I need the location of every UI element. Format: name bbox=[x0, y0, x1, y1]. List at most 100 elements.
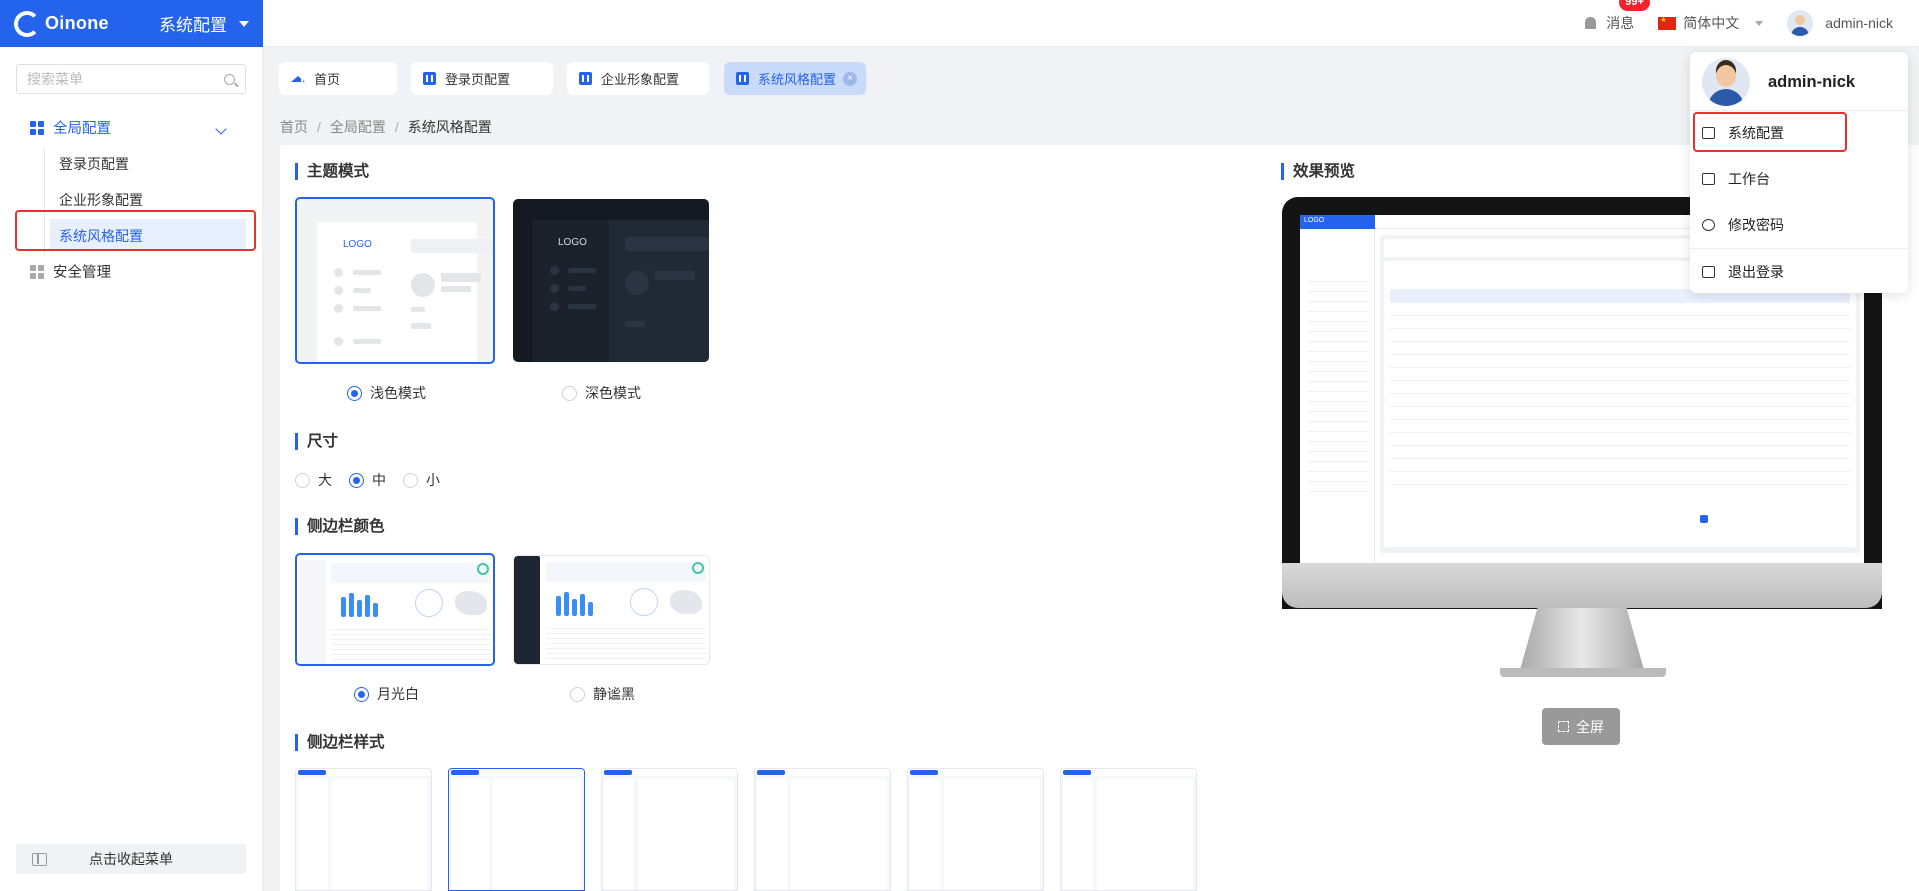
mock-sidebar bbox=[300, 560, 326, 664]
mock-stats-row bbox=[546, 562, 706, 582]
fullscreen-label: 全屏 bbox=[1576, 718, 1604, 735]
messages-badge: 99+ bbox=[1619, 0, 1650, 11]
radio-dark-mode[interactable]: 深色模式 bbox=[562, 383, 641, 403]
mock-table bbox=[546, 624, 706, 660]
mock-main bbox=[332, 779, 428, 890]
preview-table bbox=[1390, 277, 1850, 485]
breadcrumb-home[interactable]: 首页 bbox=[280, 119, 308, 135]
radio-light-mode[interactable]: 浅色模式 bbox=[347, 383, 426, 403]
sidebar-color-card-white[interactable] bbox=[295, 553, 495, 666]
mock-icon bbox=[334, 268, 343, 277]
mock-chart-bar bbox=[349, 593, 354, 617]
mock-chart-bar bbox=[341, 597, 346, 617]
radio-checked-icon bbox=[354, 686, 369, 702]
grid-icon bbox=[30, 120, 44, 135]
mock-chart-bar bbox=[556, 596, 561, 616]
language-switcher[interactable]: 简体中文 bbox=[1658, 13, 1764, 33]
radio-unchecked-icon bbox=[403, 472, 418, 488]
section-title-preview: 效果预览 bbox=[1281, 163, 1355, 180]
mock-donut bbox=[692, 562, 704, 574]
breadcrumb-global-config[interactable]: 全局配置 bbox=[330, 119, 386, 135]
mock-chart-bar bbox=[365, 595, 370, 617]
mock-avatar bbox=[411, 273, 435, 297]
mock-icon bbox=[334, 337, 343, 346]
sidebar: 搜索菜单 全局配置 登录页配置 企业形象配置 系统风格配置 安全管理 点击收起菜… bbox=[0, 47, 263, 891]
collapse-label: 点击收起菜单 bbox=[89, 851, 173, 867]
menu-item-change-password[interactable]: 修改密码 bbox=[1702, 215, 1784, 235]
radio-label: 大 bbox=[318, 472, 332, 488]
mock-logo bbox=[298, 770, 326, 775]
radio-checked-icon bbox=[347, 385, 362, 401]
tab-login-page-config[interactable]: 登录页配置 bbox=[411, 62, 553, 95]
mock-logo bbox=[910, 770, 938, 775]
avatar bbox=[1787, 10, 1814, 36]
caret-down-icon bbox=[1755, 20, 1764, 26]
messages-button[interactable]: 消息 99+ bbox=[1585, 0, 1650, 33]
sidebar-item-security[interactable]: 安全管理 bbox=[30, 261, 111, 282]
radio-unchecked-icon bbox=[562, 385, 577, 401]
section-title-sidebar-color: 侧边栏颜色 bbox=[295, 518, 385, 535]
mock-sidebar bbox=[298, 779, 328, 890]
mock-sidebar bbox=[604, 779, 634, 890]
close-icon[interactable]: × bbox=[843, 71, 857, 86]
radio-size-medium[interactable]: 中 bbox=[349, 470, 386, 490]
mock-radar bbox=[630, 588, 658, 616]
sidebar-style-option-5[interactable] bbox=[907, 768, 1044, 891]
mock-chart-bar bbox=[357, 600, 362, 617]
collapse-menu-button[interactable]: 点击收起菜单 bbox=[16, 844, 246, 874]
preview-monitor-stand bbox=[1520, 608, 1644, 670]
mock-avatar bbox=[625, 271, 649, 295]
app-name: 系统配置 bbox=[159, 16, 227, 35]
sidebar-style-option-1[interactable] bbox=[295, 768, 432, 891]
menu-item-workbench[interactable]: 工作台 bbox=[1702, 169, 1770, 189]
menu-search-input[interactable]: 搜索菜单 bbox=[16, 64, 246, 94]
sidebar-item-corporate-image-config[interactable]: 企业形象配置 bbox=[59, 190, 143, 210]
divider bbox=[1690, 110, 1908, 111]
mock-logo bbox=[1063, 770, 1091, 775]
mock-chart-bar bbox=[580, 594, 585, 616]
user-menu-trigger[interactable]: admin-nick bbox=[1787, 10, 1893, 36]
theme-card-dark[interactable]: LOGO bbox=[513, 199, 709, 362]
username: admin-nick bbox=[1825, 15, 1893, 31]
breadcrumb: 首页 / 全局配置 / 系统风格配置 bbox=[280, 119, 492, 135]
caret-down-icon bbox=[239, 20, 249, 27]
tab-system-style-config[interactable]: 系统风格配置 × bbox=[724, 62, 866, 95]
radio-sidebar-black[interactable]: 静谧黑 bbox=[570, 684, 635, 704]
fullscreen-button[interactable]: 全屏 bbox=[1542, 708, 1620, 745]
sidebar-color-card-black[interactable] bbox=[513, 555, 710, 665]
mock-sidebar bbox=[451, 779, 489, 890]
logo-text: Oinone bbox=[45, 13, 109, 33]
sidebar-style-option-2[interactable] bbox=[448, 768, 585, 891]
preview-monitor-chin bbox=[1282, 563, 1882, 608]
mock-line bbox=[441, 273, 481, 282]
mock-icon bbox=[334, 286, 343, 295]
tab-home[interactable]: 首页 bbox=[279, 62, 397, 95]
app-switcher[interactable]: 系统配置 bbox=[159, 11, 249, 36]
sidebar-style-option-6[interactable] bbox=[1060, 768, 1197, 891]
sidebar-item-global-config[interactable]: 全局配置 bbox=[30, 117, 111, 138]
section-title-sidebar-style: 侧边栏样式 bbox=[295, 734, 385, 751]
sidebar-item-login-page-config[interactable]: 登录页配置 bbox=[59, 154, 129, 174]
sidebar-style-option-3[interactable] bbox=[601, 768, 738, 891]
mock-topbar bbox=[411, 239, 493, 253]
radio-label: 浅色模式 bbox=[370, 385, 426, 401]
search-icon bbox=[224, 73, 235, 85]
menu-item-logout[interactable]: 退出登录 bbox=[1702, 262, 1784, 282]
language-label: 简体中文 bbox=[1683, 15, 1740, 31]
tab-label: 系统风格配置 bbox=[758, 72, 837, 87]
radio-sidebar-white[interactable]: 月光白 bbox=[354, 684, 419, 704]
theme-card-light[interactable]: LOGO bbox=[295, 197, 495, 364]
divider bbox=[1690, 248, 1908, 249]
radio-size-small[interactable]: 小 bbox=[403, 470, 440, 490]
radio-size-large[interactable]: 大 bbox=[295, 470, 332, 490]
mock-main bbox=[791, 779, 887, 890]
radio-label: 静谧黑 bbox=[593, 686, 635, 702]
mock-icon bbox=[550, 302, 559, 311]
sidebar-style-option-4[interactable] bbox=[754, 768, 891, 891]
sidebar-item-label: 安全管理 bbox=[53, 265, 111, 281]
chevron-down-icon[interactable] bbox=[215, 123, 227, 135]
dropdown-username: admin-nick bbox=[1768, 72, 1856, 91]
sidebar-item-label: 全局配置 bbox=[53, 121, 111, 137]
tab-corporate-image-config[interactable]: 企业形象配置 bbox=[567, 62, 709, 95]
menu-item-label: 修改密码 bbox=[1728, 217, 1784, 233]
